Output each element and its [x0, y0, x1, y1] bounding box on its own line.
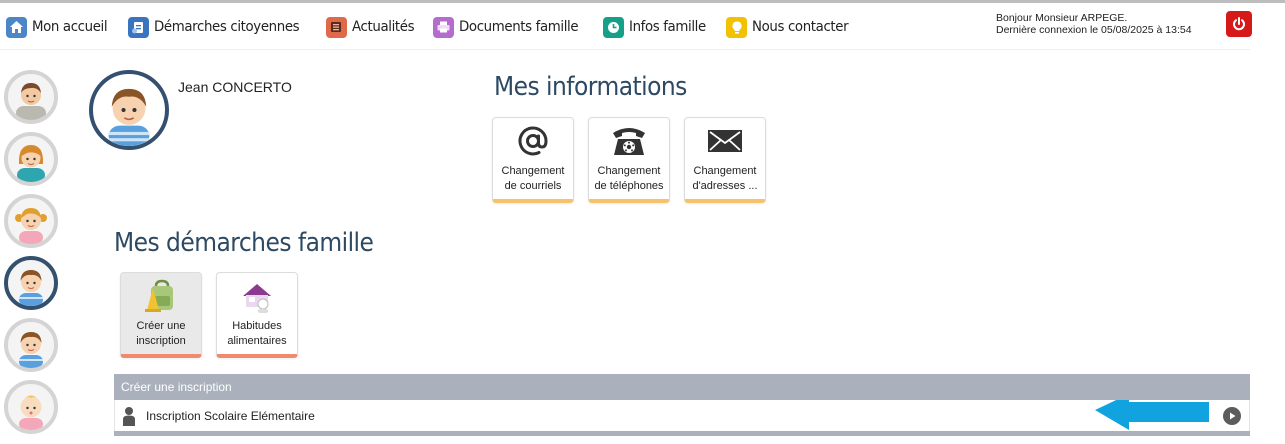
nav-mon-accueil[interactable]: Mon accueil [6, 16, 114, 38]
family-member-baby[interactable] [4, 380, 58, 434]
nav-label: Nous contacter [752, 19, 849, 35]
tile-changement-courriels[interactable]: Changement de courriels [492, 117, 574, 203]
person-icon [123, 406, 135, 426]
tile-changement-adresses[interactable]: Changement d'adresses ... [684, 117, 766, 203]
user-greeting: Bonjour Monsieur ARPEGE. Dernière connex… [996, 12, 1192, 36]
tile-changement-telephones[interactable]: Changement de téléphones [588, 117, 670, 203]
tile-label: de téléphones [594, 180, 664, 192]
envelope-icon [685, 118, 765, 164]
at-sign-icon [493, 118, 573, 164]
nav-demarches-citoyennes[interactable]: Démarches citoyennes [127, 16, 312, 38]
family-member-mother[interactable] [4, 132, 58, 186]
panel-footer [114, 431, 1250, 436]
mes-informations-title: Mes informations [494, 72, 687, 102]
list-item-inscription-scolaire[interactable]: Inscription Scolaire Elémentaire [114, 400, 1250, 431]
profile-avatar [89, 70, 169, 150]
tile-label: Créer une [136, 320, 186, 332]
telephone-icon [589, 118, 669, 164]
nav-label: Mon accueil [32, 19, 108, 35]
baby-avatar-icon [19, 395, 43, 430]
tile-label: de courriels [504, 180, 562, 192]
family-members [4, 70, 60, 442]
list-item-label: Inscription Scolaire Elémentaire [146, 408, 315, 423]
family-member-daughter[interactable] [4, 194, 58, 248]
clock-icon [602, 16, 624, 38]
logout-button[interactable] [1226, 11, 1252, 37]
woman-avatar-icon [17, 145, 45, 182]
tile-creer-inscription[interactable]: Créer une inscription [120, 272, 202, 358]
profile-name: Jean CONCERTO [178, 79, 292, 95]
family-member-jean[interactable] [4, 256, 58, 310]
newspaper-icon [325, 16, 347, 38]
man-avatar-icon [16, 83, 46, 120]
nav-separator [0, 49, 1250, 50]
play-icon[interactable] [1223, 407, 1241, 425]
girl-avatar-icon [15, 208, 47, 244]
mes-demarches-title: Mes démarches famille [114, 228, 374, 258]
tile-label: Habitudes [232, 320, 282, 332]
lightbulb-icon [726, 16, 748, 38]
boy-avatar-icon [108, 88, 150, 146]
tile-label: Changement [501, 165, 565, 177]
main-nav: Mon accueil Démarches citoyennes Actuali… [6, 12, 871, 42]
nav-label: Actualités [351, 19, 415, 35]
family-member-father[interactable] [4, 70, 58, 124]
nav-label: Documents famille [459, 19, 579, 35]
tile-label: d'adresses ... [692, 180, 758, 192]
nav-actualites[interactable]: Actualités [325, 16, 420, 38]
cafeteria-icon [217, 273, 297, 319]
greeting-text: Bonjour Monsieur ARPEGE. [996, 12, 1128, 24]
school-bag-icon [121, 273, 201, 319]
family-member-son[interactable] [4, 318, 58, 372]
nav-label: Infos famille [628, 19, 706, 35]
last-login-text: Dernière connexion le 05/08/2025 à 13:54 [996, 24, 1192, 36]
tile-label: inscription [136, 335, 186, 347]
printer-icon [433, 16, 455, 38]
nav-label: Démarches citoyennes [153, 19, 300, 35]
tile-label: Changement [597, 165, 661, 177]
tile-label: alimentaires [227, 335, 287, 347]
nav-nous-contacter[interactable]: Nous contacter [726, 16, 857, 38]
tile-label: Changement [693, 165, 757, 177]
panel-header: Créer une inscription [114, 374, 1250, 400]
nav-infos-famille[interactable]: Infos famille [602, 16, 713, 38]
forms-icon [127, 16, 149, 38]
boy-avatar-icon [19, 332, 43, 368]
tile-habitudes-alimentaires[interactable]: Habitudes alimentaires [216, 272, 298, 358]
arrow-left-icon [1095, 400, 1209, 430]
top-border [0, 0, 1285, 3]
power-icon [1233, 17, 1245, 31]
home-icon [6, 16, 27, 38]
nav-documents-famille[interactable]: Documents famille [433, 16, 589, 38]
boy-avatar-icon [19, 270, 43, 306]
